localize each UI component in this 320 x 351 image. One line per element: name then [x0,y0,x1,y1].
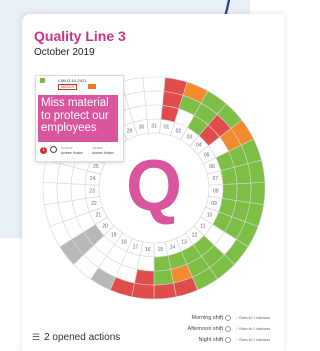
shift-cell[interactable] [145,104,163,120]
shift-cell[interactable] [153,255,172,272]
day-number: 09 [211,201,217,207]
creator-label: AUTEUR [61,146,73,150]
shift-cell[interactable] [134,268,155,286]
day-number: 31 [151,123,157,129]
shift-cell[interactable] [131,282,155,300]
shift-cell[interactable] [221,183,238,201]
legend-rule: ⟋ Rules for 2 indicators [236,316,271,320]
day-number: 01 [164,125,170,131]
day-number: 11 [200,223,205,229]
owner-label: OWNER [92,146,103,150]
day-number: 23 [89,188,95,194]
action-id: L3M-Q-10-2421 [58,78,87,83]
list-icon: ☰ [32,332,41,342]
day-number: 22 [91,201,97,207]
day-number: 18 [121,240,127,246]
day-number: 29 [127,128,133,134]
count-badge: 1 [40,147,47,154]
shift-cell[interactable] [153,268,174,286]
legend-morning: Morning shift ⟋ Rules for 2 indicators [150,315,284,324]
shift-circle-icon [225,326,231,332]
action-card[interactable]: L3M-Q-10-2421 08/2019 Miss material to p… [35,75,124,162]
day-number: 19 [111,232,117,238]
shift-cell[interactable] [249,182,266,206]
action-card-header: L3M-Q-10-2421 08/2019 [36,76,123,95]
shift-cell[interactable] [143,90,165,106]
action-description: Miss material to protect our employees [38,95,118,142]
legend-label: Morning shift [191,315,224,321]
shift-cell[interactable] [70,183,87,201]
day-number: 05 [204,153,210,159]
legend-label: Night shift [198,337,223,343]
day-number: 03 [187,134,193,140]
day-number: 14 [170,244,176,250]
day-number: 08 [213,188,219,194]
day-number: 02 [176,128,182,134]
opened-actions-link[interactable]: ☰ 2 opened actions [32,332,120,343]
day-number: 30 [139,125,145,131]
day-number: 20 [102,223,108,229]
day-number: 24 [90,176,96,182]
day-number: 10 [207,213,213,219]
day-number: 04 [196,143,202,149]
creator-name: Andrew Hooker [61,151,83,155]
day-number: 07 [213,176,219,182]
shift-cell[interactable] [56,182,73,204]
legend-afternoon: Afternoon shift ⟋ Rules for 2 indicators [150,326,284,335]
action-card-footer: 1 AUTEUR Andrew Hooker OWNER Andrew Hook… [36,142,123,161]
day-number: 15 [157,247,163,253]
day-number: 25 [93,164,99,170]
shift-cell[interactable] [235,182,252,204]
progress-ring-icon [50,146,57,153]
shift-cell[interactable] [220,166,238,185]
legend-night: Night shift ⟋ Rules for 2 indicators [150,337,284,346]
shift-circle-icon [225,337,231,343]
legend-label: Afternoon shift [187,326,223,332]
day-number: 13 [181,240,187,246]
shift-cell[interactable] [42,182,59,206]
day-number: 21 [96,213,102,219]
status-badge [88,84,96,89]
legend-rule: ⟋ Rules for 2 indicators [236,327,271,331]
day-number: 12 [192,232,198,238]
opened-actions-label: 2 opened actions [44,332,121,343]
shift-cell[interactable] [142,76,166,92]
owner-name: Andrew Hooker [92,151,114,155]
center-letter: Q [126,146,182,226]
action-date: 08/2019 [58,84,77,90]
shift-circle-icon [225,315,231,321]
legend-rule: ⟋ Rules for 2 indicators [236,338,271,342]
shift-cell[interactable] [153,282,177,300]
status-dot-icon [40,78,45,83]
day-number: 17 [133,244,139,250]
day-number: 16 [145,247,151,253]
day-number: 06 [209,164,215,170]
quality-wheel: 31 01 02 030405 06 07 08 09 101112 13 14 15 16 17 18 19… [42,76,266,300]
